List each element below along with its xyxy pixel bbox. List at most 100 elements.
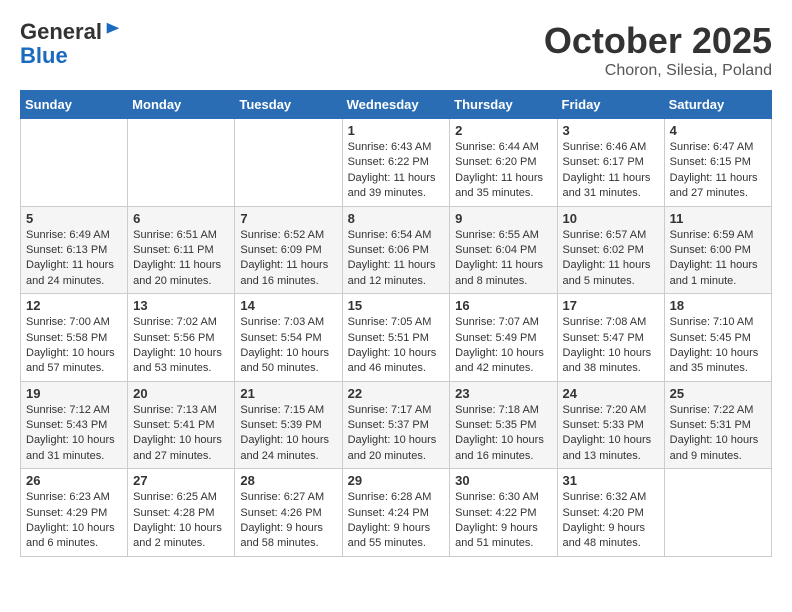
day-number: 14 (240, 298, 336, 313)
calendar-cell: 18 Sunrise: 7:10 AM Sunset: 5:45 PM Dayli… (664, 294, 771, 382)
day-info: Sunrise: 6:57 AM Sunset: 6:02 PM Dayligh… (563, 228, 659, 290)
calendar-cell: 21 Sunrise: 7:15 AM Sunset: 5:39 PM Dayli… (235, 381, 342, 469)
day-number: 6 (133, 211, 229, 226)
calendar-cell: 7 Sunrise: 6:52 AM Sunset: 6:09 PM Daylig… (235, 206, 342, 294)
day-info: Sunrise: 6:49 AM Sunset: 6:13 PM Dayligh… (26, 228, 122, 290)
calendar-cell (21, 119, 128, 207)
day-number: 9 (455, 211, 551, 226)
calendar-cell: 31 Sunrise: 6:32 AM Sunset: 4:20 PM Dayli… (557, 469, 664, 557)
week-row-1: 1Sunrise: 6:43 AM Sunset: 6:22 PM Daylig… (21, 119, 772, 207)
calendar-cell: 11Sunrise: 6:59 AM Sunset: 6:00 PM Dayli… (664, 206, 771, 294)
day-info: Sunrise: 6:25 AM Sunset: 4:28 PM Dayligh… (133, 490, 229, 552)
day-info: Sunrise: 7:10 AM Sunset: 5:45 PM Dayligh… (670, 315, 766, 377)
day-number: 20 (133, 386, 229, 401)
day-number: 26 (26, 473, 122, 488)
calendar-cell: 3 Sunrise: 6:46 AM Sunset: 6:17 PM Daylig… (557, 119, 664, 207)
day-info: Sunrise: 7:12 AM Sunset: 5:43 PM Dayligh… (26, 403, 122, 465)
calendar-cell: 25 Sunrise: 7:22 AM Sunset: 5:31 PM Dayli… (664, 381, 771, 469)
day-number: 24 (563, 386, 659, 401)
calendar-cell (664, 469, 771, 557)
calendar-cell: 19 Sunrise: 7:12 AM Sunset: 5:43 PM Dayli… (21, 381, 128, 469)
day-number: 1 (348, 123, 445, 138)
day-info: Sunrise: 7:00 AM Sunset: 5:58 PM Dayligh… (26, 315, 122, 377)
col-header-wednesday: Wednesday (342, 91, 450, 119)
calendar-cell: 1Sunrise: 6:43 AM Sunset: 6:22 PM Daylig… (342, 119, 450, 207)
logo: General Blue (20, 20, 122, 68)
day-info: Sunrise: 6:46 AM Sunset: 6:17 PM Dayligh… (563, 140, 659, 202)
day-info: Sunrise: 7:03 AM Sunset: 5:54 PM Dayligh… (240, 315, 336, 377)
day-info: Sunrise: 7:17 AM Sunset: 5:37 PM Dayligh… (348, 403, 445, 465)
day-number: 28 (240, 473, 336, 488)
title-block: October 2025 Choron, Silesia, Poland (544, 20, 772, 80)
day-number: 15 (348, 298, 445, 313)
day-number: 22 (348, 386, 445, 401)
calendar-cell: 13Sunrise: 7:02 AM Sunset: 5:56 PM Dayli… (128, 294, 235, 382)
day-number: 4 (670, 123, 766, 138)
calendar-cell: 30Sunrise: 6:30 AM Sunset: 4:22 PM Dayli… (450, 469, 557, 557)
day-number: 12 (26, 298, 122, 313)
calendar-cell: 8Sunrise: 6:54 AM Sunset: 6:06 PM Daylig… (342, 206, 450, 294)
day-number: 17 (563, 298, 659, 313)
day-info: Sunrise: 7:20 AM Sunset: 5:33 PM Dayligh… (563, 403, 659, 465)
day-info: Sunrise: 6:44 AM Sunset: 6:20 PM Dayligh… (455, 140, 551, 202)
calendar-cell: 17 Sunrise: 7:08 AM Sunset: 5:47 PM Dayli… (557, 294, 664, 382)
calendar-cell: 9Sunrise: 6:55 AM Sunset: 6:04 PM Daylig… (450, 206, 557, 294)
day-info: Sunrise: 6:52 AM Sunset: 6:09 PM Dayligh… (240, 228, 336, 290)
day-number: 21 (240, 386, 336, 401)
week-row-4: 19 Sunrise: 7:12 AM Sunset: 5:43 PM Dayli… (21, 381, 772, 469)
week-row-2: 5Sunrise: 6:49 AM Sunset: 6:13 PM Daylig… (21, 206, 772, 294)
calendar-cell: 4Sunrise: 6:47 AM Sunset: 6:15 PM Daylig… (664, 119, 771, 207)
day-number: 18 (670, 298, 766, 313)
day-number: 19 (26, 386, 122, 401)
day-number: 29 (348, 473, 445, 488)
calendar-cell: 6 Sunrise: 6:51 AM Sunset: 6:11 PM Daylig… (128, 206, 235, 294)
calendar-cell (128, 119, 235, 207)
day-number: 30 (455, 473, 551, 488)
calendar-cell: 22 Sunrise: 7:17 AM Sunset: 5:37 PM Dayli… (342, 381, 450, 469)
day-info: Sunrise: 6:59 AM Sunset: 6:00 PM Dayligh… (670, 228, 766, 290)
day-number: 25 (670, 386, 766, 401)
calendar-cell: 14 Sunrise: 7:03 AM Sunset: 5:54 PM Dayli… (235, 294, 342, 382)
calendar-cell: 5Sunrise: 6:49 AM Sunset: 6:13 PM Daylig… (21, 206, 128, 294)
month-title: October 2025 (544, 20, 772, 62)
calendar-cell: 10 Sunrise: 6:57 AM Sunset: 6:02 PM Dayli… (557, 206, 664, 294)
day-number: 10 (563, 211, 659, 226)
calendar-cell: 12 Sunrise: 7:00 AM Sunset: 5:58 PM Dayli… (21, 294, 128, 382)
day-number: 7 (240, 211, 336, 226)
calendar-table: SundayMondayTuesdayWednesdayThursdayFrid… (20, 90, 772, 557)
col-header-friday: Friday (557, 91, 664, 119)
day-info: Sunrise: 6:54 AM Sunset: 6:06 PM Dayligh… (348, 228, 445, 290)
day-info: Sunrise: 7:15 AM Sunset: 5:39 PM Dayligh… (240, 403, 336, 465)
day-number: 2 (455, 123, 551, 138)
calendar-cell: 29Sunrise: 6:28 AM Sunset: 4:24 PM Dayli… (342, 469, 450, 557)
day-info: Sunrise: 7:08 AM Sunset: 5:47 PM Dayligh… (563, 315, 659, 377)
day-info: Sunrise: 6:32 AM Sunset: 4:20 PM Dayligh… (563, 490, 659, 552)
day-info: Sunrise: 6:51 AM Sunset: 6:11 PM Dayligh… (133, 228, 229, 290)
day-number: 23 (455, 386, 551, 401)
location: Choron, Silesia, Poland (544, 62, 772, 80)
page-header: General Blue October 2025 Choron, Silesi… (20, 20, 772, 80)
col-header-saturday: Saturday (664, 91, 771, 119)
day-number: 27 (133, 473, 229, 488)
col-header-thursday: Thursday (450, 91, 557, 119)
calendar-cell (235, 119, 342, 207)
day-info: Sunrise: 7:22 AM Sunset: 5:31 PM Dayligh… (670, 403, 766, 465)
logo-flag-icon (104, 21, 122, 39)
calendar-cell: 24 Sunrise: 7:20 AM Sunset: 5:33 PM Dayli… (557, 381, 664, 469)
day-info: Sunrise: 6:23 AM Sunset: 4:29 PM Dayligh… (26, 490, 122, 552)
day-info: Sunrise: 7:18 AM Sunset: 5:35 PM Dayligh… (455, 403, 551, 465)
day-number: 31 (563, 473, 659, 488)
day-number: 3 (563, 123, 659, 138)
logo-blue: Blue (20, 43, 68, 68)
day-info: Sunrise: 7:05 AM Sunset: 5:51 PM Dayligh… (348, 315, 445, 377)
day-info: Sunrise: 7:13 AM Sunset: 5:41 PM Dayligh… (133, 403, 229, 465)
calendar-cell: 26 Sunrise: 6:23 AM Sunset: 4:29 PM Dayli… (21, 469, 128, 557)
day-number: 16 (455, 298, 551, 313)
day-info: Sunrise: 7:07 AM Sunset: 5:49 PM Dayligh… (455, 315, 551, 377)
calendar-cell: 28Sunrise: 6:27 AM Sunset: 4:26 PM Dayli… (235, 469, 342, 557)
col-header-monday: Monday (128, 91, 235, 119)
day-number: 13 (133, 298, 229, 313)
calendar-cell: 23 Sunrise: 7:18 AM Sunset: 5:35 PM Dayli… (450, 381, 557, 469)
col-header-sunday: Sunday (21, 91, 128, 119)
col-header-tuesday: Tuesday (235, 91, 342, 119)
